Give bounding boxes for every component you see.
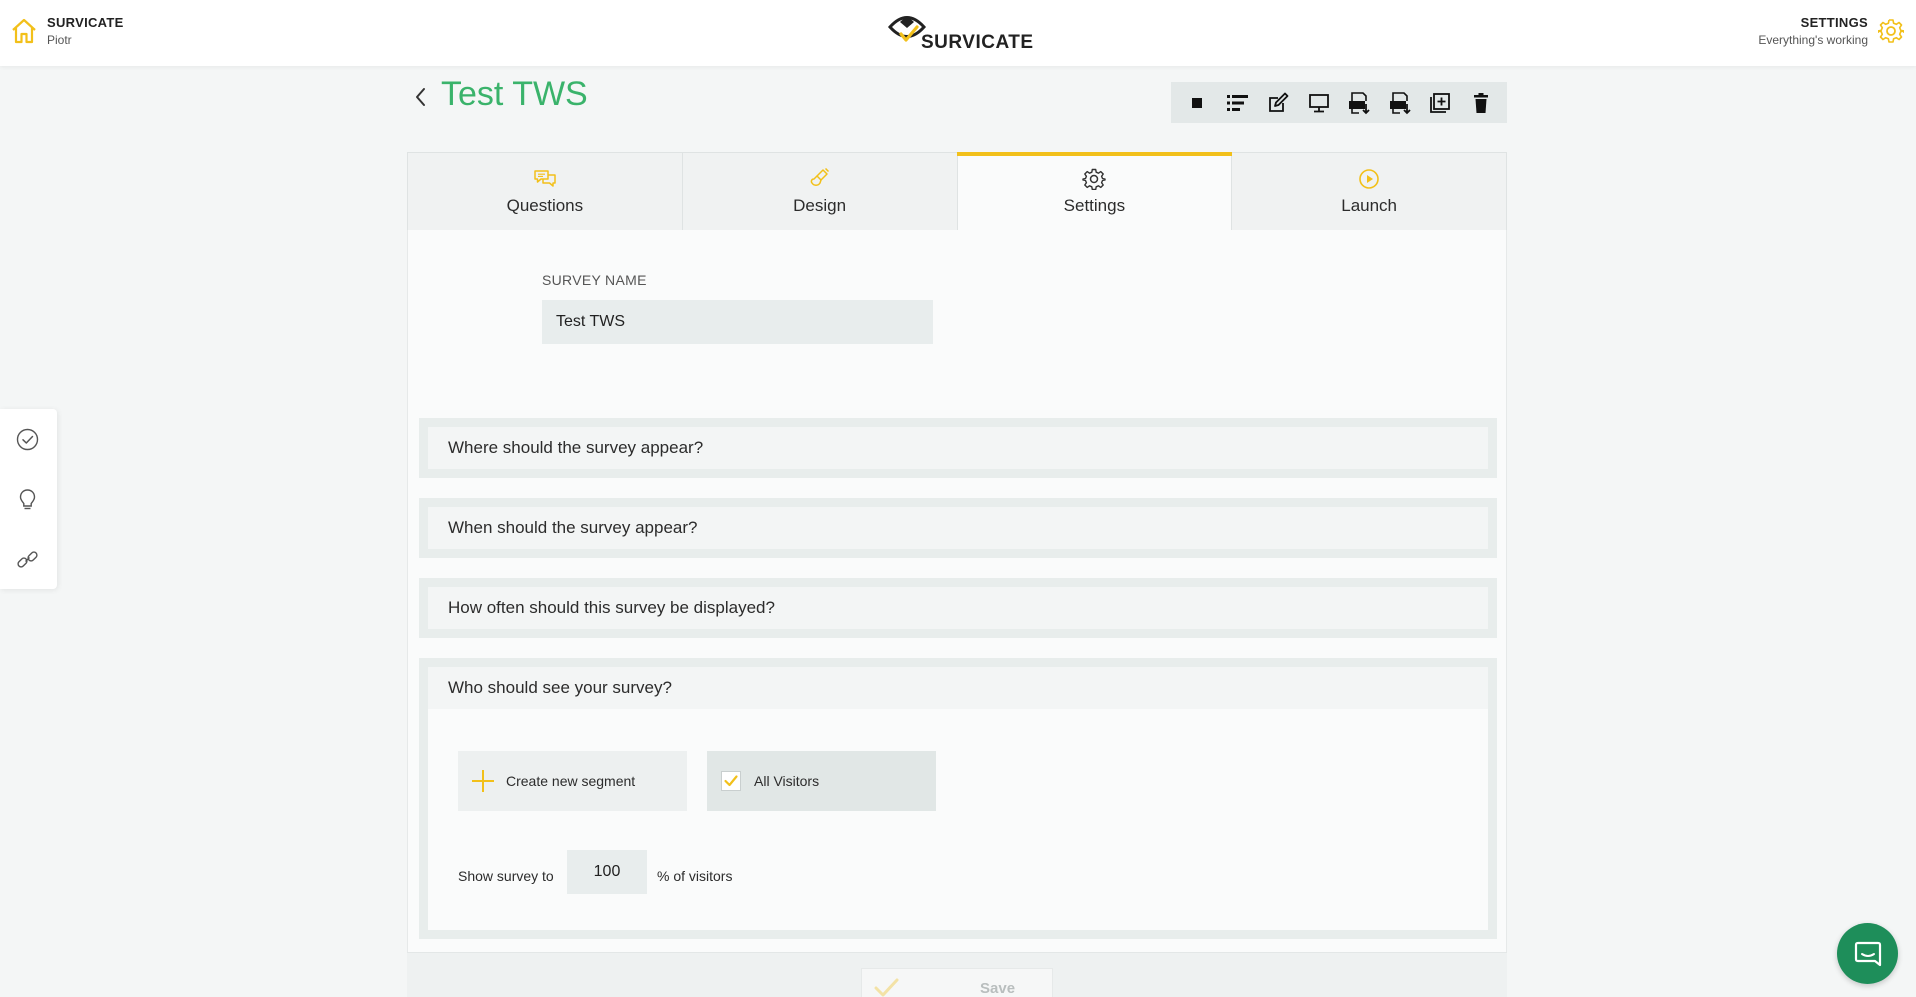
section-header[interactable]: When should the survey appear? [428, 507, 1488, 549]
back-chevron-icon[interactable] [412, 86, 430, 108]
play-icon [1359, 168, 1379, 189]
plus-icon [472, 770, 494, 792]
section-when: When should the survey appear? [419, 498, 1497, 558]
lightbulb-icon[interactable] [15, 487, 40, 512]
checkmark-icon [874, 978, 899, 997]
section-header[interactable]: How often should this survey be displaye… [428, 587, 1488, 629]
audience-panel: Create new segment All Visitors Show sur… [428, 709, 1488, 930]
settings-panel: SURVEY NAME Where should the survey appe… [407, 230, 1507, 997]
export-csv-button[interactable] [1346, 90, 1372, 116]
show-survey-prefix: Show survey to [458, 868, 554, 884]
duplicate-icon [1430, 92, 1451, 113]
top-bar: SURVICATE Piotr SURVICATE SETTINGS Every… [0, 0, 1916, 66]
save-button[interactable]: Save [861, 968, 1053, 997]
visitor-percent-input[interactable] [567, 850, 647, 894]
account-name: SURVICATE [47, 15, 124, 30]
save-label: Save [980, 979, 1016, 997]
export-csv-icon [1349, 91, 1370, 114]
chat-icon [1854, 941, 1881, 966]
section-header[interactable]: Who should see your survey? [428, 667, 1488, 709]
stop-button[interactable] [1184, 90, 1210, 116]
preview-button[interactable] [1306, 90, 1332, 116]
side-panel [0, 409, 57, 589]
section-who: Who should see your survey? Create new s… [419, 658, 1497, 939]
tab-settings[interactable]: Settings [956, 152, 1233, 231]
segment-all-visitors[interactable]: All Visitors [707, 751, 936, 811]
logo-text: SURVICATE [921, 32, 1034, 53]
tab-label: Questions [506, 195, 584, 215]
all-visitors-checkbox[interactable] [721, 771, 741, 791]
survey-toolbar [1171, 82, 1507, 123]
tab-label: Design [793, 195, 847, 215]
duplicate-button[interactable] [1427, 90, 1453, 116]
section-how-often: How often should this survey be displaye… [419, 578, 1497, 638]
home-icon[interactable] [10, 17, 38, 45]
stop-icon [1192, 97, 1203, 108]
survey-tabs: Questions Design Settings Launch [407, 152, 1507, 231]
gear-icon[interactable] [1878, 18, 1904, 44]
settings-status: Everything's working [1758, 33, 1868, 47]
export-xls-button[interactable] [1387, 90, 1413, 116]
account-block[interactable]: SURVICATE Piotr [47, 15, 124, 47]
export-xls-icon [1389, 91, 1411, 114]
paintbrush-icon [810, 167, 829, 186]
section-where: Where should the survey appear? [419, 418, 1497, 478]
create-segment-label: Create new segment [506, 773, 636, 789]
tab-design[interactable]: Design [682, 152, 958, 231]
show-survey-suffix: % of visitors [657, 868, 733, 884]
create-segment-button[interactable]: Create new segment [458, 751, 687, 811]
tab-label: Settings [1063, 195, 1126, 215]
account-user: Piotr [47, 33, 72, 47]
tab-questions[interactable]: Questions [407, 152, 683, 231]
check-circle-icon[interactable] [15, 427, 40, 452]
survicate-logo: SURVICATE [886, 10, 1034, 54]
chat-bubbles-icon [534, 169, 556, 187]
settings-status-block[interactable]: SETTINGS Everything's working [1758, 15, 1868, 47]
chat-launcher[interactable] [1837, 923, 1898, 984]
tab-label: Launch [1341, 195, 1398, 215]
survey-name-label: SURVEY NAME [542, 272, 647, 288]
settings-title: SETTINGS [1800, 15, 1868, 30]
survey-title: Test TWS [441, 75, 588, 113]
results-list-button[interactable] [1225, 90, 1251, 116]
gear-icon [1082, 168, 1107, 190]
trash-icon [1473, 92, 1488, 113]
footer-bar: Save [407, 952, 1507, 997]
link-icon[interactable] [15, 547, 40, 572]
checkmark-icon [724, 775, 738, 787]
delete-button[interactable] [1468, 90, 1494, 116]
survey-name-input[interactable] [542, 300, 933, 344]
edit-button[interactable] [1265, 90, 1291, 116]
edit-icon [1269, 92, 1289, 112]
monitor-icon [1308, 93, 1329, 112]
all-visitors-label: All Visitors [754, 773, 820, 789]
tab-launch[interactable]: Launch [1232, 152, 1507, 231]
section-header[interactable]: Where should the survey appear? [428, 427, 1488, 469]
list-icon [1226, 94, 1248, 111]
